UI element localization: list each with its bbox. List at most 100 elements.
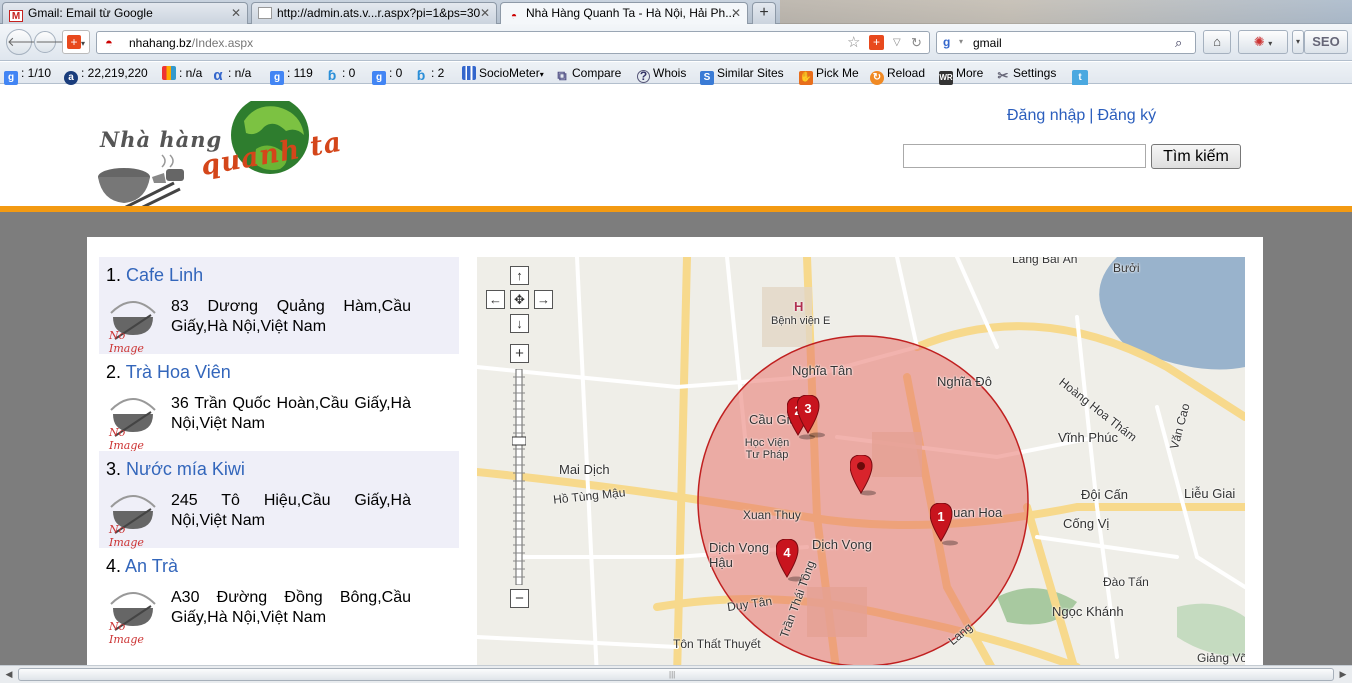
register-link[interactable]: Đăng ký [1097,107,1156,124]
map-label: Xuan Thuy [743,508,801,522]
pick-me-icon: ✋ [799,71,813,85]
map-label: Ngọc Khánh [1052,604,1124,619]
list-item[interactable]: 3. Nước mía Kiwi No Image 245 Tô Hiệu,Cầ… [99,451,459,549]
ext-more[interactable]: WR More [939,66,983,85]
ext-bing-index[interactable]: ɓ: 0 [325,66,356,82]
ext-compare[interactable]: ⧉ Compare [555,66,621,83]
auth-links: Đăng nhập | Đăng ký [1007,107,1156,125]
ext-twitter[interactable]: t [1072,66,1091,86]
arrow-left-icon: ← [489,292,502,307]
ext-similar-sites[interactable]: S Similar Sites [700,66,784,85]
result-name-link[interactable]: An Trà [125,556,178,576]
zoom-slider[interactable] [511,368,527,586]
ext-label: Similar Sites [717,66,784,80]
ext-pagerank[interactable]: g: 1/10 [4,66,51,85]
list-item[interactable]: 1. Cafe Linh No Image 83 Dương Quảng Hàm… [99,257,459,355]
login-link[interactable]: Đăng nhập [1007,107,1085,124]
map-marker-3[interactable]: 3 [796,394,825,439]
result-name-link[interactable]: Cafe Linh [126,265,203,285]
ext-sociometer[interactable]: SocioMeter▾ [462,66,544,80]
tab-nhahang[interactable]: ◓ Nhà Hàng Quanh Ta - Hà Nội, Hải Ph... ✕ [500,2,748,25]
ext-google-index[interactable]: g: 119 [270,66,313,85]
pan-center-button[interactable]: ✥ [510,290,529,309]
tab-gmail[interactable]: M Gmail: Email từ Google ✕ [2,2,248,24]
whois-icon: ? [637,70,650,83]
ext-google-backlinks[interactable]: g: 0 [372,66,402,85]
map-marker-1[interactable]: 1 [929,502,958,547]
marker-label: 3 [804,401,812,416]
seo-extension-toolbar: g: 1/10 a: 22,219,220 : n/a α: n/a g: 11… [0,62,1352,86]
restaurant-list: 1. Cafe Linh No Image 83 Dương Quảng Hàm… [99,257,459,646]
pan-up-button[interactable]: ↑ [510,266,529,285]
no-image-thumbnail: No Image [105,586,161,646]
ext-alexa[interactable]: a: 22,219,220 [64,66,148,85]
zoom-in-button[interactable]: + [510,344,529,363]
scroll-left-arrow-icon[interactable]: ◀ [2,668,16,681]
ext-settings[interactable]: ✂ Settings [996,66,1057,83]
location-pin-icon [849,454,876,496]
result-address: 245 Tô Hiệu,Cầu Giấy,Hà Nội,Việt Nam [171,492,411,529]
list-item[interactable]: 4. An Trà No Image A30 Đường Đồng Bông,C… [99,548,459,646]
result-name-link[interactable]: Nước mía Kiwi [126,459,245,479]
list-item[interactable]: 2. Trà Hoa Viên No Image 36 Trần Quốc Ho… [99,354,459,452]
ext-label: : 119 [287,66,313,80]
map-marker-4[interactable]: 4 [775,538,804,583]
history-dropdown-icon[interactable]: ▽ [893,37,901,48]
ext-label: : n/a [228,66,252,80]
close-icon[interactable]: ✕ [480,6,490,20]
search-icon[interactable]: ⌕ [1175,35,1182,51]
navigation-toolbar: 🡐 🡒 + ▾ ◓ nhahang.bz/Index.aspx ☆ + ▽ ↻ g… [0,24,1352,61]
ext-label: Reload [887,66,926,80]
forward-button[interactable]: 🡒 [34,31,70,53]
twitter-icon: t [1072,70,1088,86]
ext-bing-backlinks[interactable]: ɓ: 2 [414,66,445,82]
google-icon: g [943,35,951,49]
ext-reload[interactable]: ↻ Reload [870,66,925,85]
addon-dropdown[interactable]: ▾ [1292,30,1304,54]
horizontal-scrollbar[interactable]: ◀ ||| ▶ [0,665,1352,683]
addon-plus-button[interactable]: + ▾ [62,30,90,54]
plus-icon: + [515,345,524,362]
reload-icon: ↻ [870,71,884,85]
browser-search-box[interactable]: g ▾ gmail ⌕ [936,31,1196,54]
close-icon[interactable]: ✕ [231,6,241,20]
result-name-link[interactable]: Trà Hoa Viên [126,362,231,382]
pan-down-button[interactable]: ↓ [510,314,529,333]
site-search-button[interactable]: Tìm kiếm [1151,144,1241,169]
bookmark-star-icon[interactable]: ☆ [847,33,860,51]
scrollbar-thumb[interactable]: ||| [18,668,1334,681]
seo-button[interactable]: SEO [1304,30,1348,54]
sociometer-icon [462,66,476,80]
addon-button[interactable]: ✺ ▾ [1238,30,1288,54]
scroll-right-arrow-icon[interactable]: ▶ [1336,668,1350,681]
map-label: Đội Cấn [1081,487,1128,502]
ext-alpha[interactable]: α: n/a [211,66,251,83]
ext-dmoz[interactable]: : n/a [162,66,202,80]
zoom-out-button[interactable]: − [510,589,529,608]
alexa-rank-icon: a [64,71,78,85]
ext-label: Whois [653,66,687,80]
addon-plus-icon[interactable]: + [869,35,884,50]
back-button[interactable]: 🡐 [6,29,42,55]
current-location-marker[interactable] [849,454,878,499]
no-image-thumbnail: No Image [105,392,161,452]
reload-icon[interactable]: ↻ [911,35,922,51]
new-tab-button[interactable]: + [752,2,776,24]
close-icon[interactable]: ✕ [731,6,741,20]
result-number: 1. [106,265,122,285]
chevron-down-icon[interactable]: ▾ [959,37,963,46]
map-view[interactable]: Làng Bái Ân Bưởi H Bệnh viện E Nghĩa Tân… [477,257,1245,665]
map-label: Bưởi [1113,261,1140,275]
site-search-input[interactable] [903,144,1146,168]
dmoz-icon [162,66,176,80]
addon-logo-icon: ✺ [1253,34,1265,49]
pan-left-button[interactable]: ← [486,290,505,309]
ext-whois[interactable]: ? Whois [637,66,686,83]
tab-title: Nhà Hàng Quanh Ta - Hà Nội, Hải Ph... [526,6,736,20]
home-button[interactable]: ⌂ [1203,30,1231,54]
url-bar[interactable]: ◓ nhahang.bz/Index.aspx ☆ + ▽ ↻ [96,31,930,54]
tab-admin[interactable]: http://admin.ats.v...r.aspx?pi=1&ps=30 ✕ [251,2,497,24]
pan-right-button[interactable]: → [534,290,553,309]
map-label: Nghĩa Đô [937,374,992,389]
ext-pick-me[interactable]: ✋ Pick Me [799,66,859,85]
